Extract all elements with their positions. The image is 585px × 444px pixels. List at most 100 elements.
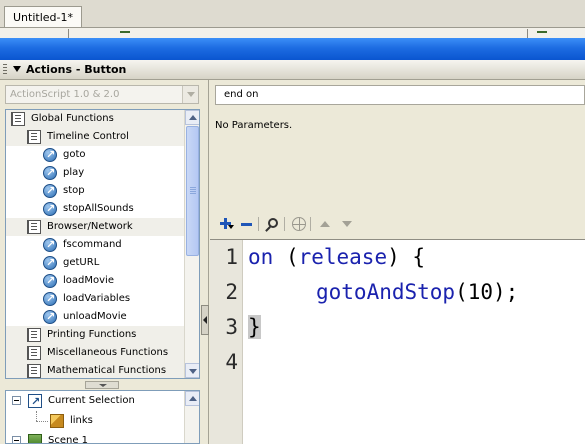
navigator-scrollbar[interactable]	[184, 391, 199, 443]
chevron-down-icon	[189, 369, 197, 374]
toolbox-item[interactable]: Mathematical Functions	[6, 362, 186, 378]
scene-icon	[28, 434, 42, 443]
line-number: 2	[225, 280, 238, 304]
book-icon	[27, 364, 41, 378]
toolbox-item-label: loadMovie	[63, 275, 114, 286]
action-selector-field[interactable]: end on	[215, 85, 585, 105]
nav-item-label: links	[70, 415, 93, 426]
action-icon	[43, 236, 57, 254]
toolbar-separator	[258, 217, 259, 231]
action-icon	[43, 290, 57, 308]
scroll-up-button[interactable]	[185, 110, 199, 125]
code-line-2[interactable]: gotoAndStop(10);	[316, 280, 518, 304]
nav-item-links[interactable]: links	[6, 411, 186, 431]
toolbox-item-label: Browser/Network	[47, 221, 133, 232]
nav-item-current-selection[interactable]: Current Selection	[6, 391, 186, 412]
book-icon	[11, 112, 25, 126]
action-icon	[43, 146, 57, 164]
chevron-up-icon	[189, 396, 197, 401]
actions-toolbox-pane: ActionScript 1.0 & 2.0 Global Functions …	[0, 80, 209, 444]
toolbox-item-label: getURL	[63, 257, 100, 268]
grip-icon[interactable]	[3, 64, 7, 76]
toolbox-item[interactable]: goto	[6, 146, 186, 164]
dropdown-button[interactable]	[182, 86, 198, 103]
chevron-up-icon	[189, 115, 197, 120]
toolbox-item[interactable]: Global Functions	[6, 110, 186, 128]
book-icon	[27, 220, 41, 234]
tree-line	[36, 421, 48, 422]
script-editor[interactable]: 1 2 3 4 on (release) { gotoAndStop(10); …	[210, 239, 585, 444]
panel-title: Actions - Button	[26, 63, 127, 76]
collapse-icon[interactable]	[12, 436, 21, 443]
book-icon	[27, 328, 41, 342]
toolbox-item[interactable]: loadMovie	[6, 272, 186, 290]
parameters-text: No Parameters.	[215, 120, 293, 131]
collapse-triangle-icon[interactable]	[13, 66, 21, 72]
tree-line	[36, 411, 37, 421]
toolbox-item[interactable]: fscommand	[6, 236, 186, 254]
toolbox-item[interactable]: Miscellaneous Functions	[6, 344, 186, 362]
code-punct: ) {	[387, 245, 426, 269]
toolbox-item[interactable]: play	[6, 164, 186, 182]
toolbox-item[interactable]: loadVariables	[6, 290, 186, 308]
toolbox-item-label: Timeline Control	[47, 131, 129, 142]
actions-toolbox: Global Functions Timeline Control goto p…	[5, 109, 200, 379]
delete-statement-icon[interactable]	[240, 217, 254, 231]
code-closing-brace: }	[248, 315, 261, 339]
action-icon	[43, 182, 57, 200]
code-line-3[interactable]: }	[248, 315, 261, 339]
move-up-icon[interactable]	[318, 217, 332, 231]
actionscript-version-select[interactable]: ActionScript 1.0 & 2.0	[5, 85, 199, 104]
move-down-icon[interactable]	[340, 217, 354, 231]
toolbox-item-label: Mathematical Functions	[47, 365, 167, 376]
document-tab[interactable]: Untitled-1*	[4, 6, 82, 28]
timeline-marker-icon	[537, 31, 547, 37]
scroll-up-button[interactable]	[185, 391, 199, 406]
line-number: 4	[225, 350, 238, 374]
toolbox-item[interactable]: Browser/Network	[6, 218, 186, 236]
script-navigator: Current Selection links Scene 1	[5, 390, 200, 444]
code-function: gotoAndStop	[316, 280, 456, 304]
action-icon	[43, 200, 57, 218]
toolbox-scrollbar[interactable]	[184, 110, 199, 378]
script-pane: end on No Parameters. 1 2 3 4 on (releas…	[210, 80, 585, 444]
toolbox-item-label: goto	[63, 149, 86, 160]
action-icon	[43, 164, 57, 182]
toolbox-item[interactable]: stop	[6, 182, 186, 200]
toolbox-item-label: loadVariables	[63, 293, 131, 304]
toolbox-item[interactable]: stopAllSounds	[6, 200, 186, 218]
toolbox-item-label: Printing Functions	[47, 329, 137, 340]
button-symbol-icon	[28, 392, 42, 412]
toolbar-separator	[310, 217, 311, 231]
add-statement-icon[interactable]	[219, 217, 234, 231]
book-icon	[27, 130, 41, 144]
nav-item-scene[interactable]: Scene 1	[6, 431, 186, 443]
toolbox-item-label: Global Functions	[31, 113, 114, 124]
separator	[68, 29, 69, 38]
insert-target-path-icon[interactable]	[292, 217, 306, 231]
toolbox-item-label: stop	[63, 185, 85, 196]
version-select-value: ActionScript 1.0 & 2.0	[10, 89, 120, 100]
pane-splitter[interactable]	[85, 381, 119, 389]
toolbox-item-label: play	[63, 167, 85, 178]
scroll-thumb[interactable]	[186, 126, 199, 256]
toolbox-item[interactable]: getURL	[6, 254, 186, 272]
scroll-down-button[interactable]	[185, 363, 199, 378]
toolbox-item[interactable]: Printing Functions	[6, 326, 186, 344]
line-number: 3	[225, 315, 238, 339]
toolbox-item[interactable]: Timeline Control	[6, 128, 186, 146]
actions-panel-header[interactable]: Actions - Button	[0, 60, 585, 80]
code-line-1[interactable]: on (release) {	[248, 245, 425, 269]
title-bar	[0, 38, 585, 60]
toolbox-item[interactable]: unloadMovie	[6, 308, 186, 326]
collapse-toolbox-button[interactable]	[201, 305, 209, 335]
tab-underline	[0, 27, 585, 38]
collapse-icon[interactable]	[12, 396, 21, 405]
find-icon[interactable]	[268, 218, 278, 228]
action-icon	[43, 308, 57, 326]
action-icon	[43, 254, 57, 272]
symbol-icon	[50, 414, 64, 428]
book-icon	[27, 346, 41, 360]
code-punct: (	[273, 245, 299, 269]
document-tab-strip: Untitled-1*	[0, 0, 585, 38]
